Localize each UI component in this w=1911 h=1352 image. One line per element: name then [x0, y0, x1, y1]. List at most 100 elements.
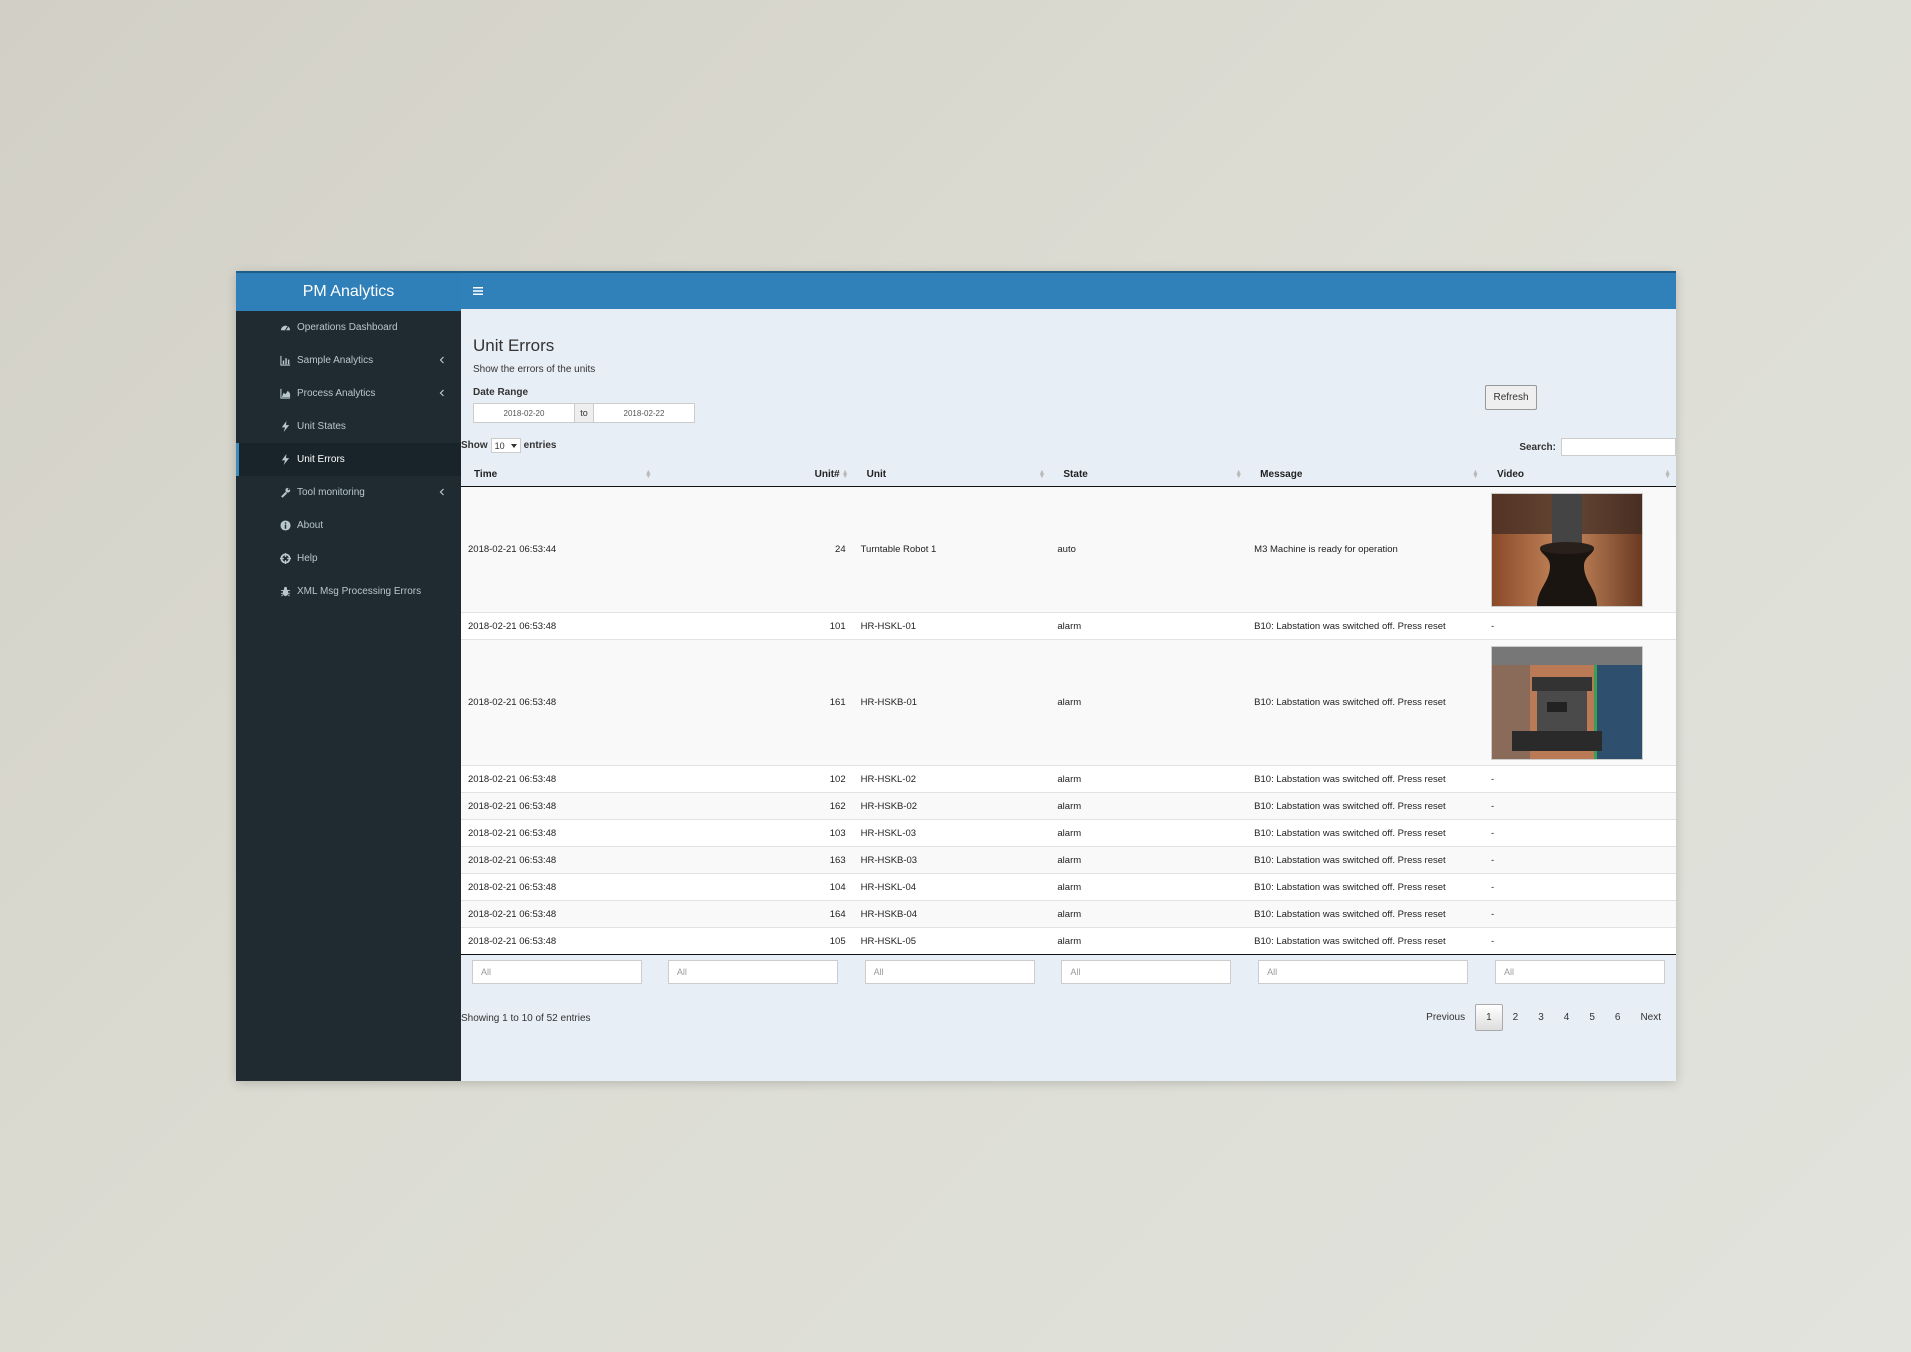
sidebar-item-xml-msg-processing-errors[interactable]: XML Msg Processing Errors [236, 575, 461, 608]
cell-state: alarm [1050, 900, 1248, 928]
column-filter-input[interactable]: All [864, 959, 1035, 984]
pagination-page-6[interactable]: 6 [1605, 1004, 1631, 1031]
table-row[interactable]: 2018-02-21 06:53:48 104 HR-HSKL-04 alarm B10… [461, 873, 1676, 901]
table-row[interactable]: 2018-02-21 06:53:48 105 HR-HSKL-05 alarm B10… [461, 927, 1676, 955]
pagination-page-4[interactable]: 4 [1554, 1004, 1580, 1031]
cell-state: alarm [1050, 765, 1248, 793]
bolt-icon [279, 421, 291, 433]
cell-time: 2018-02-21 06:53:48 [461, 819, 657, 847]
column-filter-input[interactable]: All [1061, 959, 1232, 984]
cell-state: auto [1050, 486, 1248, 613]
column-header-time[interactable]: Time ▲ ▼ [461, 463, 657, 487]
cell-unit: HR-HSKB-03 [853, 846, 1051, 874]
pagination-next[interactable]: Next [1630, 1004, 1671, 1031]
brand-logo[interactable]: PM Analytics [236, 271, 461, 311]
app-window: PM Analytics Operations Dashboard Sample … [236, 271, 1676, 1081]
cell-unit: HR-HSKB-01 [853, 639, 1051, 766]
table-row[interactable]: 2018-02-21 06:53:44 24 Turntable Robot 1 au… [461, 486, 1676, 613]
sidebar-item-label: Unit States [297, 421, 346, 432]
column-header-state[interactable]: State ▲ ▼ [1050, 463, 1248, 487]
column-header-label: Time [474, 469, 498, 480]
date-to-input[interactable] [593, 403, 695, 423]
column-header-label: Unit [866, 469, 887, 480]
column-filter-input[interactable]: All [1494, 959, 1665, 984]
cell-unit: HR-HSKL-05 [853, 927, 1051, 955]
video-thumbnail[interactable] [1490, 492, 1643, 607]
video-thumbnail[interactable] [1490, 645, 1643, 760]
cell-video: - [1483, 846, 1676, 874]
table-row[interactable]: 2018-02-21 06:53:48 164 HR-HSKB-04 alarm B10… [461, 900, 1676, 928]
pagination-page-5[interactable]: 5 [1579, 1004, 1605, 1031]
sort-icon: ▲ ▼ [841, 469, 849, 480]
column-header-label: Message [1260, 469, 1303, 480]
chevron-left-icon [439, 389, 444, 397]
column-header-label: State [1063, 469, 1088, 480]
date-range-label: Date Range [473, 387, 529, 398]
chevron-left-icon [439, 356, 444, 364]
sidebar-item-sample-analytics[interactable]: Sample Analytics [236, 344, 461, 377]
cell-time: 2018-02-21 06:53:48 [461, 873, 657, 901]
column-header-label: Video [1496, 469, 1524, 480]
table-row[interactable]: 2018-02-21 06:53:48 162 HR-HSKB-02 alarm B10… [461, 792, 1676, 820]
pagination-page-2[interactable]: 2 [1503, 1004, 1529, 1031]
cell-unit-no: 102 [656, 765, 854, 793]
cell-time: 2018-02-21 06:53:48 [461, 900, 657, 928]
pagination-previous[interactable]: Previous [1416, 1004, 1475, 1031]
cell-video [1483, 639, 1676, 766]
cell-message: B10: Labstation was switched off. Press … [1247, 792, 1484, 820]
filter-cell: All [461, 954, 657, 988]
cell-unit: HR-HSKL-04 [853, 873, 1051, 901]
cell-unit-no: 24 [656, 486, 854, 613]
filter-cell: All [1247, 954, 1484, 988]
table-row[interactable]: 2018-02-21 06:53:48 103 HR-HSKL-03 alarm B10… [461, 819, 1676, 847]
hamburger-menu-icon[interactable] [472, 285, 484, 297]
column-header-message[interactable]: Message ▲ ▼ [1247, 463, 1484, 487]
sidebar-item-help[interactable]: Help [236, 542, 461, 575]
sidebar-item-tool-monitoring[interactable]: Tool monitoring [236, 476, 461, 509]
sort-icon: ▲ ▼ [1472, 469, 1479, 480]
cell-message: B10: Labstation was switched off. Press … [1247, 819, 1484, 847]
cell-state: alarm [1050, 792, 1248, 820]
cell-video [1483, 486, 1676, 613]
cell-unit-no: 163 [656, 846, 854, 874]
date-from-input[interactable] [473, 403, 575, 423]
cell-time: 2018-02-21 06:53:48 [461, 765, 657, 793]
filter-cell: All [853, 954, 1051, 988]
sidebar-item-about[interactable]: About [236, 509, 461, 542]
bug-icon [279, 586, 291, 598]
column-filter-input[interactable]: All [472, 959, 642, 984]
column-filter-input[interactable]: All [667, 959, 838, 984]
table-row[interactable]: 2018-02-21 06:53:48 161 HR-HSKB-01 alarm B10… [461, 639, 1676, 766]
cell-message: B10: Labstation was switched off. Press … [1247, 765, 1484, 793]
column-header-unit[interactable]: Unit ▲ ▼ [853, 463, 1051, 487]
cell-unit: HR-HSKL-02 [853, 765, 1051, 793]
cell-unit-no: 161 [656, 639, 854, 766]
cell-unit: Turntable Robot 1 [853, 486, 1051, 613]
pagination-page-3[interactable]: 3 [1528, 1004, 1554, 1031]
table-row[interactable]: 2018-02-21 06:53:48 163 HR-HSKB-03 alarm B10… [461, 846, 1676, 874]
cell-unit-no: 162 [656, 792, 854, 820]
refresh-button[interactable]: Refresh [1485, 385, 1537, 410]
sidebar-item-operations-dashboard[interactable]: Operations Dashboard [236, 311, 461, 344]
table-row[interactable]: 2018-02-21 06:53:48 101 HR-HSKL-01 alarm B10… [461, 612, 1676, 640]
page-length-value: 10 [494, 440, 505, 451]
table-row[interactable]: 2018-02-21 06:53:48 102 HR-HSKL-02 alarm B10… [461, 765, 1676, 793]
cell-video: - [1483, 873, 1676, 901]
search-input[interactable] [1561, 438, 1676, 456]
area-chart-icon [279, 388, 291, 400]
page-length-select[interactable]: 10 [490, 438, 521, 453]
page-subtitle: Show the errors of the units [473, 364, 596, 375]
filter-cell: All [656, 954, 854, 988]
column-header-unit-[interactable]: Unit# ▲ ▼ [656, 463, 854, 487]
column-header-video[interactable]: Video ▲ ▼ [1483, 463, 1676, 487]
cell-time: 2018-02-21 06:53:48 [461, 639, 657, 766]
cell-time: 2018-02-21 06:53:48 [461, 846, 657, 874]
sidebar-item-unit-errors[interactable]: Unit Errors [236, 443, 461, 476]
sidebar: PM Analytics Operations Dashboard Sample … [236, 271, 461, 1081]
pagination-page-1[interactable]: 1 [1475, 1004, 1503, 1031]
date-range: to [473, 403, 695, 423]
sidebar-item-process-analytics[interactable]: Process Analytics [236, 377, 461, 410]
column-filter-input[interactable]: All [1258, 959, 1469, 984]
search-label: Search: [1519, 441, 1556, 453]
sidebar-item-unit-states[interactable]: Unit States [236, 410, 461, 443]
